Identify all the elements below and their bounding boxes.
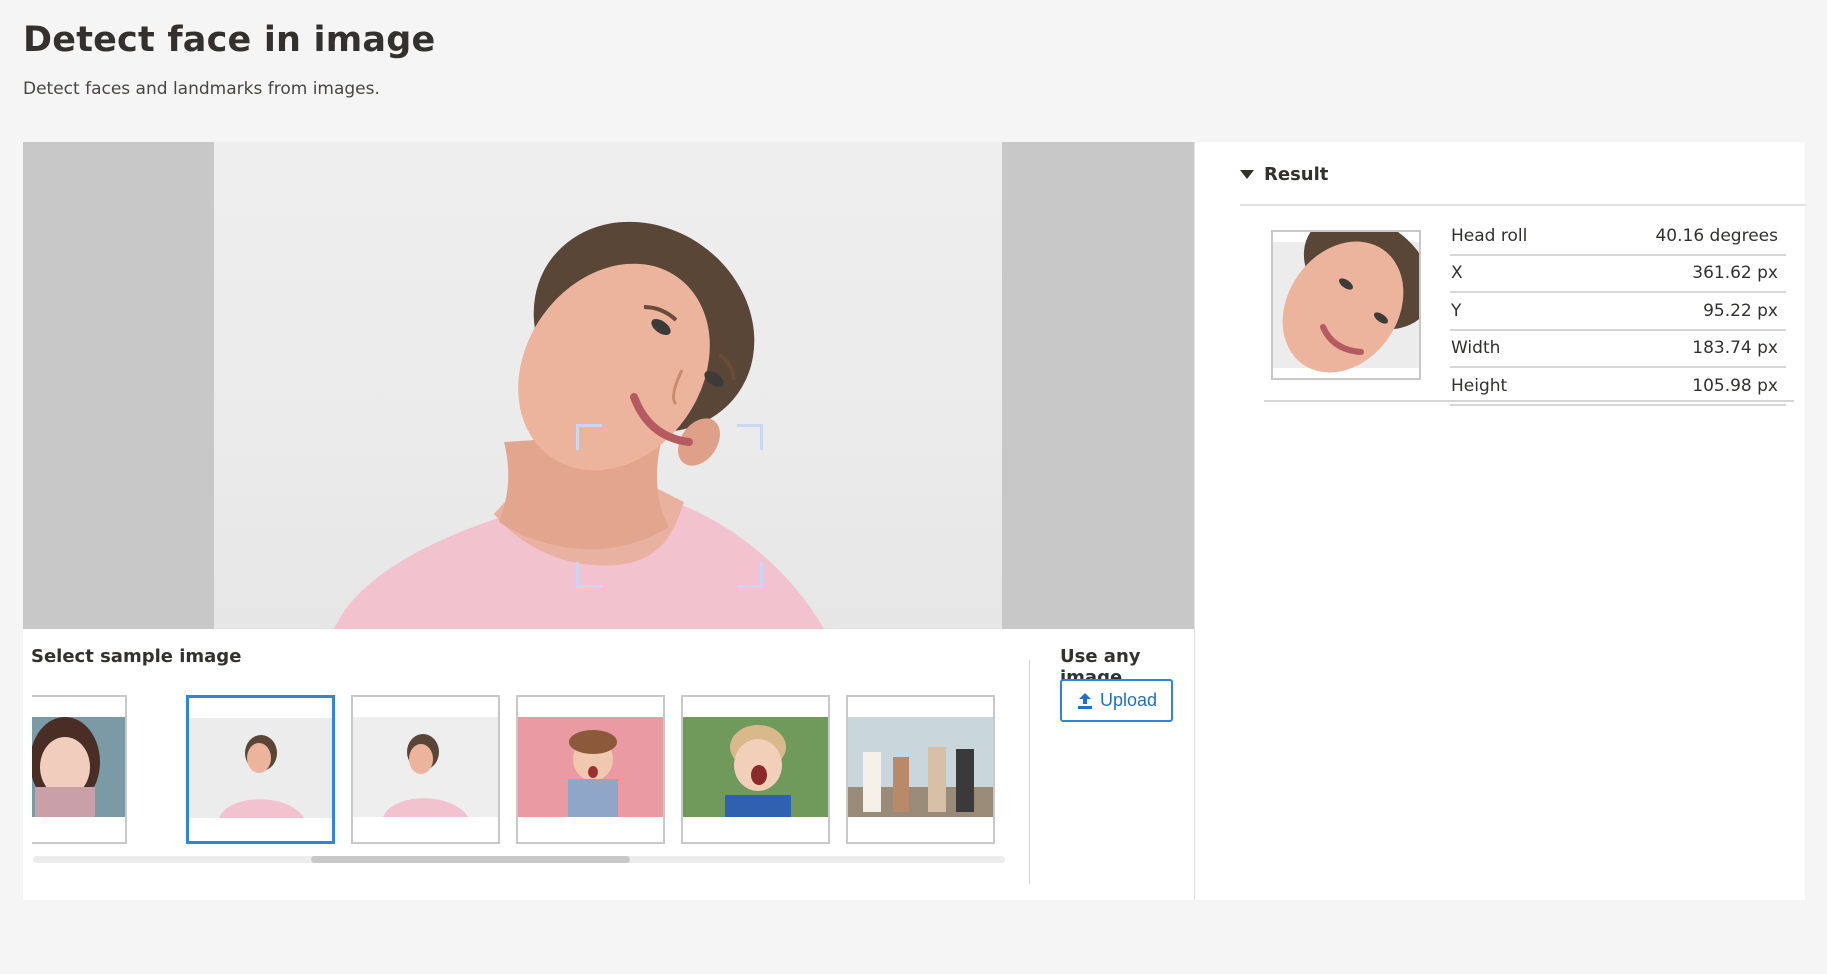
thumbnail-scrollbar[interactable]	[33, 856, 1005, 863]
upload-icon	[1077, 692, 1092, 709]
thumbnail-image	[683, 717, 828, 817]
result-panel: Result Head roll 40.16 degrees X 361.62 …	[1194, 142, 1806, 900]
bbox-corner	[576, 424, 602, 450]
result-value: 183.74 px	[1692, 338, 1778, 359]
thumbnail-image	[848, 717, 993, 817]
result-label: Head roll	[1451, 225, 1528, 246]
face-crop-image	[1273, 232, 1419, 378]
result-label: Width	[1451, 338, 1501, 359]
page-subtitle: Detect faces and landmarks from images.	[23, 79, 380, 99]
result-label: X	[1451, 263, 1463, 284]
result-row-y: Y 95.22 px	[1450, 293, 1786, 331]
upload-button-label: Upload	[1099, 690, 1158, 710]
result-label: Height	[1451, 375, 1508, 396]
caret-down-icon	[1240, 170, 1254, 179]
sample-images-label: Select sample image	[31, 646, 242, 667]
result-value: 40.16 degrees	[1655, 225, 1778, 246]
panel-divider	[1029, 660, 1030, 884]
sample-thumbnail[interactable]	[351, 695, 500, 844]
sample-thumbnail[interactable]	[32, 695, 127, 844]
result-section-toggle[interactable]: Result	[1240, 164, 1328, 185]
sample-thumbnail-strip[interactable]	[32, 692, 1006, 852]
sample-thumbnail-selected[interactable]	[186, 695, 335, 844]
result-label: Y	[1451, 300, 1462, 321]
bbox-corner	[576, 562, 602, 588]
upload-button[interactable]: Upload	[1060, 679, 1173, 722]
result-table-bottom-rule	[1264, 400, 1794, 402]
bbox-corner	[737, 562, 763, 588]
result-value: 105.98 px	[1692, 375, 1778, 396]
result-value: 361.62 px	[1692, 263, 1778, 284]
scrollbar-thumb[interactable]	[311, 856, 630, 863]
result-row-head-roll: Head roll 40.16 degrees	[1450, 218, 1786, 256]
result-header-label: Result	[1264, 164, 1329, 185]
sample-thumbnail[interactable]	[846, 695, 995, 844]
result-divider	[1240, 204, 1806, 206]
result-row-width: Width 183.74 px	[1450, 331, 1786, 368]
result-row-x: X 361.62 px	[1450, 256, 1786, 293]
thumbnail-image	[189, 718, 332, 818]
face-bounding-box	[576, 424, 763, 588]
thumbnail-image	[518, 717, 663, 817]
image-preview	[23, 142, 1194, 629]
thumbnail-image	[32, 717, 125, 817]
sample-thumbnail[interactable]	[516, 695, 665, 844]
image-panel: Select sample image Use any image Upload	[23, 142, 1194, 900]
bbox-corner	[737, 424, 763, 450]
page-title: Detect face in image	[23, 20, 436, 60]
result-table: Head roll 40.16 degrees X 361.62 px Y 95…	[1450, 218, 1786, 406]
thumbnail-image	[353, 717, 498, 817]
sample-thumbnail[interactable]	[681, 695, 830, 844]
detected-face-crop	[1271, 230, 1421, 380]
result-value: 95.22 px	[1703, 300, 1778, 321]
